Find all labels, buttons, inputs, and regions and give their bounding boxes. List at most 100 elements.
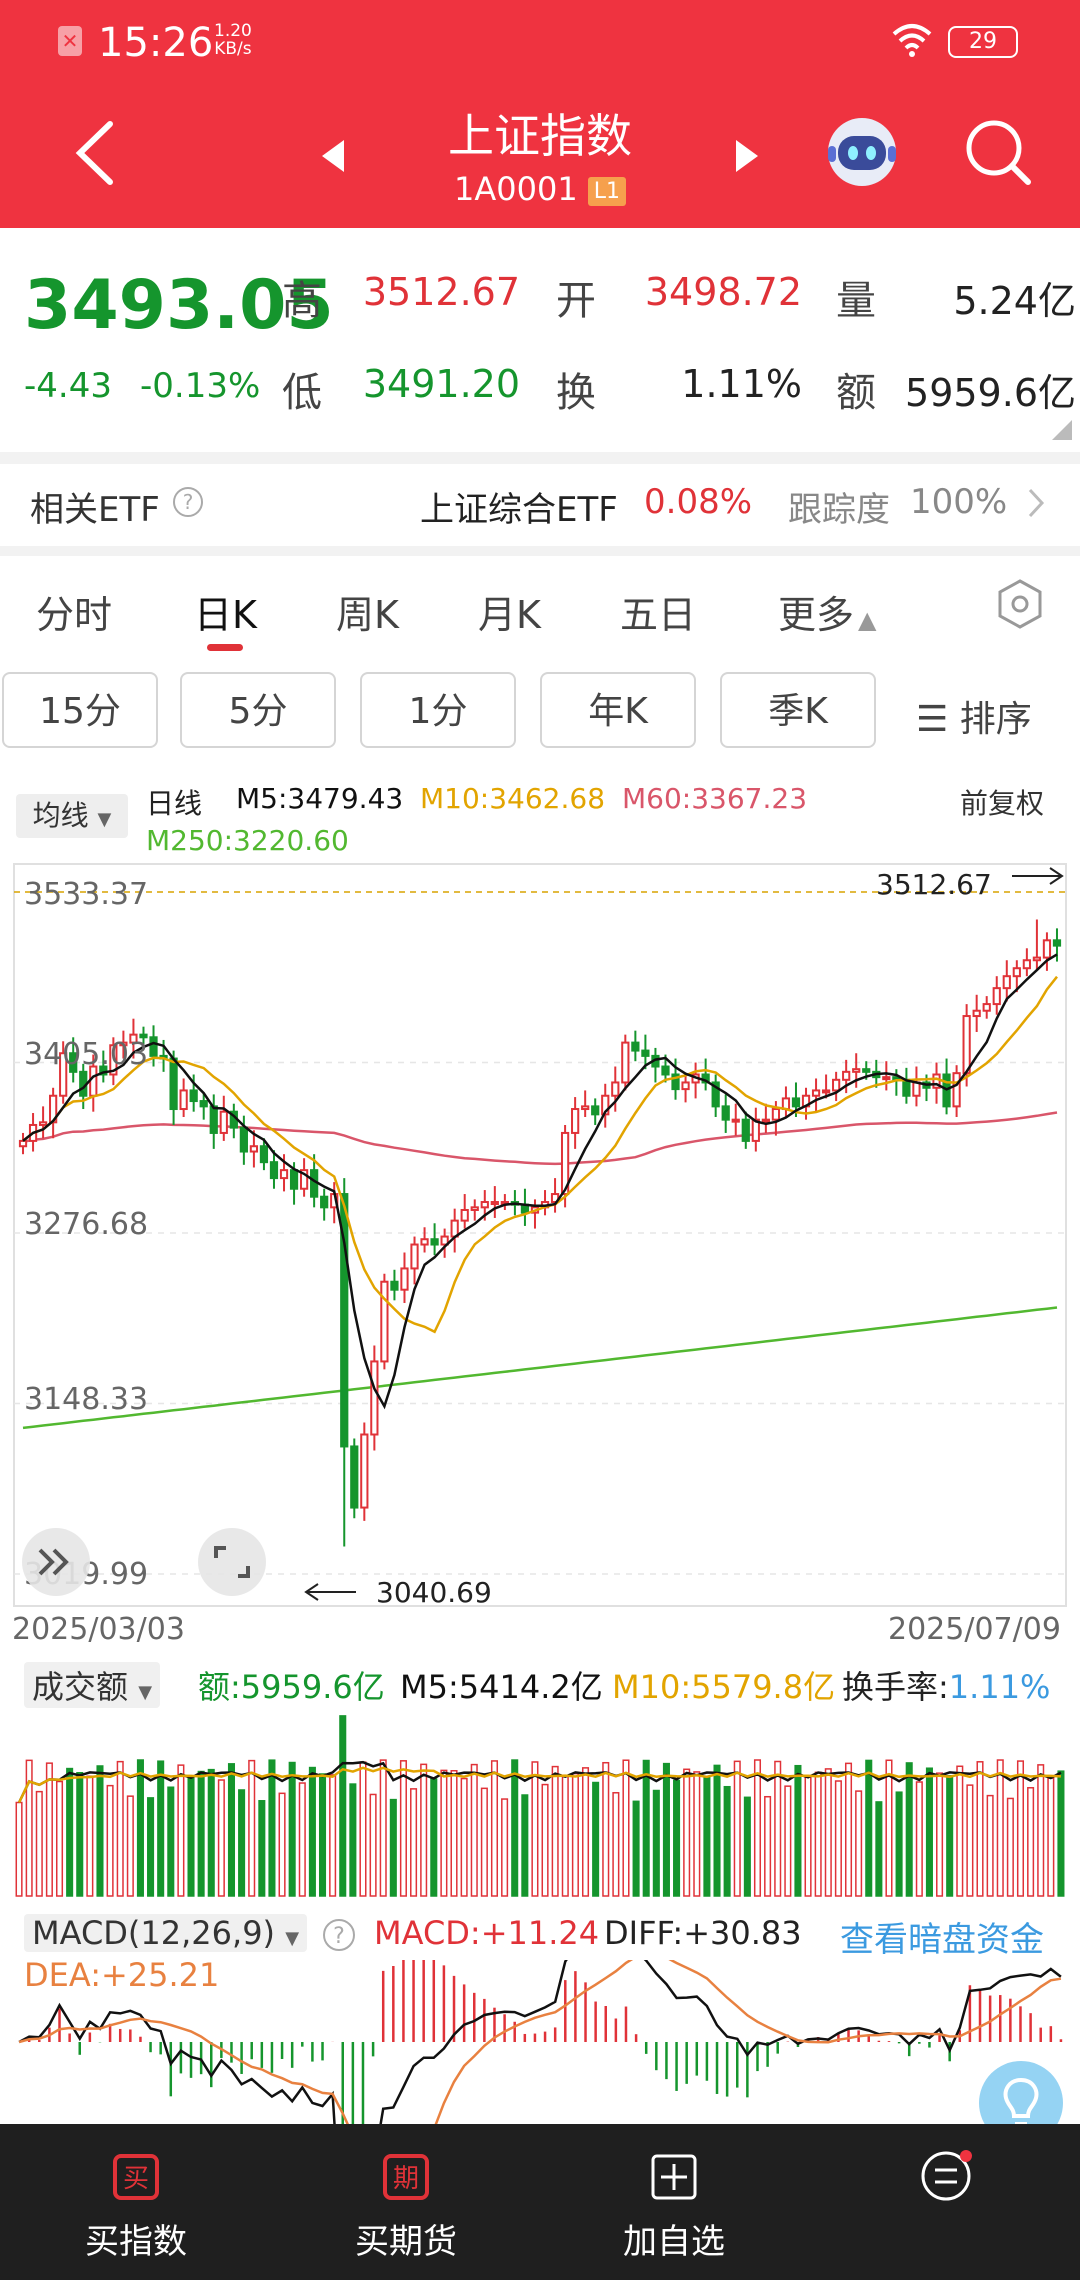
interval-1min[interactable]: 1分 [360, 672, 516, 748]
caret-up-icon: ▲ [858, 606, 877, 634]
volume-bar [652, 1789, 660, 1897]
candle-body [279, 1169, 289, 1180]
tab-intraday[interactable]: 分时 [36, 584, 112, 639]
candle-body [972, 1009, 981, 1018]
index-title: 上证指数 [448, 109, 632, 163]
svg-text:?: ? [333, 1924, 345, 1949]
kline-chart[interactable]: 3533.37 3405.03 3276.68 3148.33 3019.99 … [0, 862, 1080, 1612]
volume-bar [460, 1777, 468, 1897]
candle-body [289, 1169, 299, 1190]
candle-body [249, 1145, 259, 1153]
next-stock-icon[interactable] [732, 136, 762, 176]
chevron-right-icon[interactable] [1024, 486, 1048, 520]
svg-text:买: 买 [123, 2164, 149, 2194]
volume-bar [349, 1783, 357, 1897]
kline-grid [14, 891, 1066, 1575]
interval-15min[interactable]: 15分 [2, 672, 158, 748]
buy-index-icon: 买 [113, 2154, 159, 2200]
volume-bar [227, 1763, 236, 1897]
high-label: 高 [282, 278, 322, 324]
candle-body [1012, 967, 1021, 978]
tab-monthly-k[interactable]: 月K [478, 584, 541, 639]
tab-five-day[interactable]: 五日 [620, 584, 696, 639]
fullscreen-button[interactable] [198, 1528, 266, 1596]
candle-body [269, 1161, 279, 1180]
volume-bar [824, 1768, 832, 1897]
volume-bar [389, 1798, 397, 1897]
candle-body [992, 987, 1001, 1006]
ma5-line [22, 953, 1058, 1410]
volume-bar [126, 1795, 134, 1897]
volume-bar [45, 1762, 53, 1897]
buy-index-button[interactable]: 买 买指数 [26, 2124, 246, 2263]
candle-body [209, 1105, 218, 1134]
help-icon[interactable]: ? [172, 486, 204, 518]
volume-chart[interactable] [0, 1708, 1080, 1898]
candle-body [490, 1201, 499, 1206]
active-tab-indicator [207, 644, 243, 651]
more-menu-icon [921, 2150, 972, 2201]
volume-bar [996, 1759, 1004, 1897]
volume-bar [339, 1715, 347, 1897]
interval-5min[interactable]: 5分 [180, 672, 336, 748]
more-menu-button[interactable] [836, 2124, 1056, 2216]
tab-weekly-k[interactable]: 周K [336, 584, 399, 639]
expand-sidebar-button[interactable] [22, 1528, 90, 1596]
volume-bar [905, 1762, 913, 1897]
divider [0, 452, 1080, 464]
robot-assistant-icon[interactable] [822, 112, 902, 192]
candle-body [902, 1078, 911, 1097]
dark-pool-link[interactable]: 查看暗盘资金 [840, 1912, 1044, 1961]
volume-selector-label: 成交额 [32, 1668, 129, 1706]
candle-body [360, 1433, 369, 1509]
buy-futures-button[interactable]: 期 买期货 [296, 2124, 516, 2263]
notification-icon: ✕ [58, 26, 82, 56]
expand-corner-icon[interactable] [1052, 420, 1072, 440]
diff-value: DIFF:+30.83 [604, 1914, 802, 1952]
high-arrow-icon [1012, 867, 1064, 885]
volume-bar [207, 1768, 215, 1897]
volume-bar [1006, 1797, 1014, 1897]
volume-bar [116, 1760, 124, 1897]
tab-daily-k[interactable]: 日K [194, 584, 257, 639]
adjust-mode[interactable]: 前复权 [960, 782, 1044, 822]
volume-value: 5.24亿 [953, 279, 1076, 323]
tab-more[interactable]: 更多 ▲ [778, 584, 876, 639]
y-label: 3405.03 [24, 1037, 148, 1072]
interval-season-k[interactable]: 季K [720, 672, 876, 748]
candle-body [320, 1195, 329, 1209]
macd-selector[interactable]: MACD(12,26,9) ▼ [24, 1914, 308, 1952]
dropdown-icon: ▼ [285, 1928, 300, 1949]
volume-bar [511, 1759, 519, 1897]
turnover-rate-label: 换手率: [842, 1668, 949, 1706]
add-watchlist-button[interactable]: 加自选 [564, 2124, 784, 2263]
low-label: 低 [282, 370, 322, 416]
volume-bar [693, 1771, 701, 1897]
help-icon[interactable]: ? [322, 1918, 356, 1952]
volume-bar [268, 1759, 276, 1897]
interval-year-k[interactable]: 年K [540, 672, 696, 748]
kline-period: 日线 [146, 787, 203, 820]
settings-hex-icon[interactable] [994, 578, 1046, 630]
volume-bar [531, 1761, 539, 1897]
search-icon[interactable] [962, 116, 1034, 188]
candle-body [621, 1041, 630, 1084]
sort-button[interactable]: ☰ 排序 [916, 690, 1032, 742]
sort-label: 排序 [959, 699, 1032, 740]
candle-body [259, 1145, 269, 1164]
macd-chart[interactable] [0, 1960, 1080, 2124]
volume-bar [814, 1771, 822, 1897]
candle-body [791, 1097, 801, 1108]
candle-body [952, 1072, 961, 1108]
volume-ma10-path [17, 1766, 1061, 1804]
tracking-label: 跟踪度 [788, 490, 890, 530]
ma-selector[interactable]: 均线 ▼ [16, 794, 128, 838]
volume-bar [703, 1776, 711, 1897]
candle-body [912, 1081, 921, 1097]
volume-selector[interactable]: 成交额 ▼ [24, 1662, 161, 1708]
volume-bar [561, 1774, 569, 1897]
candle-body [470, 1206, 479, 1211]
ma60-value: M60:3367.23 [622, 782, 808, 815]
volume-bar [673, 1779, 681, 1897]
etf-name[interactable]: 上证综合ETF [420, 482, 618, 531]
